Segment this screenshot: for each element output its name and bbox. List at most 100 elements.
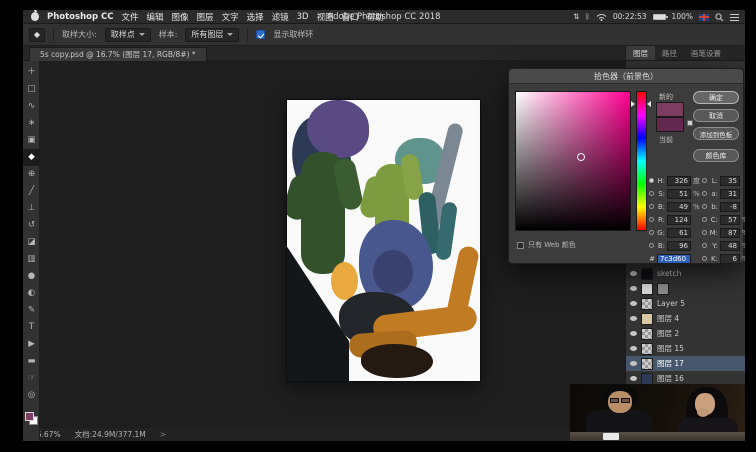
clone-stamp-tool[interactable]: ⊥ (23, 200, 40, 217)
m-input[interactable]: 87 (720, 227, 740, 238)
layer-thumbnail[interactable] (641, 267, 653, 280)
gradient-tool[interactable]: ▥ (23, 251, 40, 268)
apple-menu-icon[interactable] (31, 12, 39, 21)
menu-item-layer[interactable]: 图层 (197, 11, 214, 23)
document-tab[interactable]: 5s copy.psd @ 16.7% (图层 17, RGB/8#) * (29, 47, 207, 61)
radio-l[interactable] (702, 178, 707, 183)
layer-thumbnail[interactable] (641, 282, 653, 295)
wifi-icon[interactable] (596, 13, 607, 21)
visibility-eye-icon[interactable] (630, 331, 637, 336)
zoom-tool[interactable]: ◎ (23, 387, 40, 404)
layer-thumbnail[interactable] (641, 372, 653, 385)
ok-button[interactable]: 确定 (693, 91, 739, 104)
web-colors-checkbox[interactable] (517, 241, 524, 249)
eyedropper-tool[interactable]: ◆ (23, 149, 40, 166)
hue-slider-arrow-icon[interactable] (631, 101, 635, 107)
visibility-eye-icon[interactable] (630, 346, 637, 351)
radio-lab-b[interactable] (702, 204, 707, 209)
k-input[interactable]: 6 (720, 253, 740, 264)
tab-brush-settings[interactable]: 画笔设置 (684, 46, 728, 60)
magic-wand-tool[interactable]: ∗ (23, 115, 40, 132)
tab-layers[interactable]: 图层 (626, 46, 655, 60)
crop-tool[interactable]: ▣ (23, 132, 40, 149)
menu-item-file[interactable]: 文件 (122, 11, 139, 23)
layer-row[interactable] (626, 281, 745, 296)
eraser-tool[interactable]: ◪ (23, 234, 40, 251)
visibility-eye-icon[interactable] (630, 361, 637, 366)
input-source-flag-icon[interactable] (699, 13, 709, 21)
lasso-tool[interactable]: ∿ (23, 98, 40, 115)
layer-row[interactable]: 图层 2 (626, 326, 745, 341)
r-input[interactable]: 124 (667, 214, 691, 225)
app-menu[interactable]: Photoshop CC (47, 12, 114, 22)
menu-item-filter[interactable]: 滤镜 (272, 11, 289, 23)
bluetooth-icon[interactable]: ᛒ (585, 10, 590, 24)
radio-r[interactable] (649, 217, 654, 222)
c-input[interactable]: 57 (720, 214, 740, 225)
history-brush-tool[interactable]: ↺ (23, 217, 40, 234)
visibility-eye-icon[interactable] (630, 316, 637, 321)
control-center-icon[interactable] (730, 13, 739, 21)
document-artwork[interactable] (287, 100, 480, 381)
show-sampling-ring-checkbox[interactable] (256, 30, 266, 39)
radio-h[interactable] (649, 178, 654, 183)
color-field-marker[interactable] (577, 153, 585, 161)
document-size-info[interactable]: 文档:24.9M/377.1M (75, 429, 146, 440)
visibility-eye-icon[interactable] (630, 301, 637, 306)
layer-row[interactable]: Layer 5 (626, 296, 745, 311)
layer-row-selected[interactable]: 图层 17 (626, 356, 745, 371)
marquee-tool[interactable]: □ (23, 81, 40, 98)
web-safe-cube-icon[interactable] (687, 120, 693, 126)
brush-tool[interactable]: ╱ (23, 183, 40, 200)
radio-y[interactable] (702, 243, 707, 248)
hue-slider[interactable] (636, 91, 647, 231)
l-input[interactable]: 35 (720, 175, 740, 186)
type-tool[interactable]: T (23, 319, 40, 336)
layer-thumbnail[interactable] (641, 312, 653, 325)
radio-a[interactable] (702, 191, 707, 196)
shape-tool[interactable]: ▬ (23, 353, 40, 370)
g-input[interactable]: 61 (667, 227, 691, 238)
a-input[interactable]: 31 (720, 188, 740, 199)
menu-item-edit[interactable]: 编辑 (147, 11, 164, 23)
sample-layers-dropdown[interactable]: 所有图层 (185, 27, 240, 42)
lab-b-input[interactable]: -8 (720, 201, 740, 212)
move-tool[interactable]: ＋ (23, 64, 40, 81)
layer-thumbnail[interactable] (641, 357, 653, 370)
menu-item-3d[interactable]: 3D (297, 12, 309, 22)
healing-brush-tool[interactable]: ⊕ (23, 166, 40, 183)
hue-slider-arrow-icon[interactable] (647, 101, 651, 107)
radio-k[interactable] (702, 256, 707, 261)
path-select-tool[interactable]: ▶ (23, 336, 40, 353)
s-input[interactable]: 51 (667, 188, 691, 199)
layer-row[interactable]: 图层 4 (626, 311, 745, 326)
dodge-tool[interactable]: ◐ (23, 285, 40, 302)
menu-item-type[interactable]: 文字 (222, 11, 239, 23)
layer-thumbnail[interactable] (657, 282, 669, 295)
hand-tool[interactable]: ☞ (23, 370, 40, 387)
layer-thumbnail[interactable] (641, 342, 653, 355)
radio-s[interactable] (649, 191, 654, 196)
layer-thumbnail[interactable] (641, 297, 653, 310)
visibility-eye-icon[interactable] (630, 376, 637, 381)
radio-m[interactable] (702, 230, 707, 235)
spotlight-icon[interactable] (715, 12, 724, 22)
radio-g[interactable] (649, 230, 654, 235)
tab-paths[interactable]: 路径 (655, 46, 684, 60)
layer-thumbnail[interactable] (641, 327, 653, 340)
current-tool-eyedropper-icon[interactable]: ◆ (29, 27, 45, 42)
foreground-color-swatch[interactable] (24, 412, 34, 421)
cancel-button[interactable]: 取消 (693, 109, 739, 122)
visibility-eye-icon[interactable] (630, 286, 637, 291)
h-input[interactable]: 326 (667, 175, 691, 186)
blur-tool[interactable]: ● (23, 268, 40, 285)
visibility-eye-icon[interactable] (630, 271, 637, 276)
hex-input[interactable]: 7c3d60 (657, 253, 691, 264)
radio-c[interactable] (702, 217, 707, 222)
sample-size-dropdown[interactable]: 取样点 (104, 27, 151, 42)
menubar-clock[interactable]: 00:22:53 (613, 10, 647, 24)
status-chevron-icon[interactable]: > (160, 430, 166, 439)
color-field[interactable] (515, 91, 631, 231)
layer-row[interactable]: sketch (626, 266, 745, 281)
color-libraries-button[interactable]: 颜色库 (693, 149, 739, 162)
